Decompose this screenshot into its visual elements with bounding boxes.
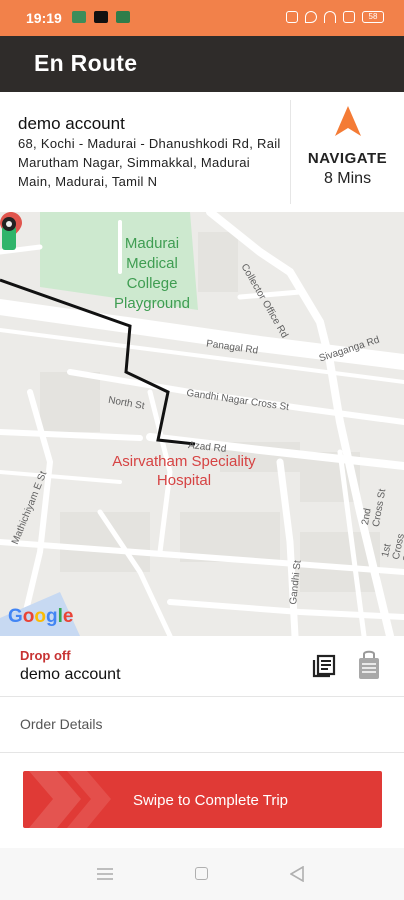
- divider: [0, 752, 404, 753]
- home-icon[interactable]: [195, 867, 208, 880]
- battery-icon: 58: [362, 11, 384, 23]
- customer-address: 68, Kochi - Madurai - Dhanushkodi Rd, Ra…: [18, 136, 281, 189]
- app-bar: En Route: [0, 36, 404, 92]
- customer-card: demo account 68, Kochi - Madurai - Dhanu…: [0, 92, 404, 212]
- google-logo: Google: [8, 606, 74, 627]
- swipe-label: Swipe to Complete Trip: [132, 792, 289, 809]
- swipe-to-complete-button[interactable]: Swipe to Complete Trip: [23, 771, 382, 828]
- park-label: Madurai Medical College Playground: [114, 235, 190, 312]
- back-icon[interactable]: [290, 866, 304, 882]
- notification-icon: [116, 11, 130, 23]
- dropoff-label: Drop off: [20, 648, 71, 663]
- navigate-eta: 8 Mins: [323, 170, 372, 187]
- notification-icon: [72, 11, 86, 23]
- recent-apps-icon[interactable]: [97, 868, 113, 880]
- page-title: En Route: [34, 50, 138, 76]
- bag-icon[interactable]: [358, 650, 380, 680]
- customer-name: demo account: [18, 114, 125, 133]
- vibrate-icon: [286, 11, 298, 23]
- location-icon: [305, 11, 317, 23]
- wifi-icon: [324, 11, 336, 23]
- system-icons: 58: [286, 11, 384, 23]
- hospital-label: Asirvatham Speciality Hospital: [112, 453, 256, 489]
- dropoff-name: demo account: [20, 666, 121, 683]
- notification-icons: [72, 11, 130, 23]
- status-time: 19:19: [26, 10, 62, 26]
- divider: [0, 696, 404, 697]
- status-bar: 19:19 58: [0, 0, 404, 36]
- dropoff-section: Drop off demo account: [0, 636, 404, 696]
- navigate-label: NAVIGATE: [307, 150, 388, 167]
- navigate-button[interactable]: NAVIGATE 8 Mins: [291, 92, 404, 212]
- map[interactable]: Madurai Medical College Playground Colle…: [0, 212, 404, 636]
- order-details-link[interactable]: Order Details: [20, 716, 102, 732]
- navigation-arrow-icon: [335, 106, 361, 136]
- system-nav-bar: [0, 848, 404, 900]
- vehicle-marker-icon: [2, 217, 16, 250]
- notification-icon: [94, 11, 108, 23]
- order-list-icon[interactable]: [312, 654, 336, 678]
- signal-icon: [343, 11, 355, 23]
